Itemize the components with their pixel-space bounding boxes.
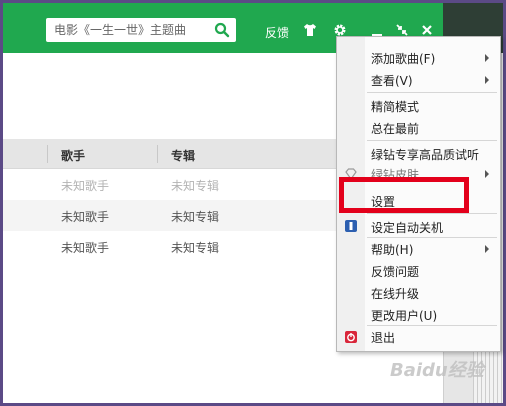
menu-item-help[interactable]: 帮助(H) — [371, 241, 413, 258]
column-header-artist[interactable]: 歌手 — [61, 147, 85, 164]
column-separator — [157, 145, 158, 163]
search-box[interactable] — [46, 18, 236, 42]
menu-item-add-songs[interactable]: 添加歌曲(F) — [371, 50, 435, 67]
artist-cell: 未知歌手 — [61, 210, 110, 224]
menu-item-compact-mode[interactable]: 精简模式 — [371, 98, 419, 115]
album-cell: 未知专辑 — [171, 241, 220, 255]
menu-separator — [367, 140, 497, 141]
menu-separator — [367, 213, 497, 214]
menu-separator — [367, 325, 497, 326]
submenu-arrow-icon — [485, 170, 489, 178]
menu-item-auto-shutdown[interactable]: 设定自动关机 — [371, 219, 443, 236]
submenu-arrow-icon — [485, 245, 489, 253]
menu-item-green-diamond-hq[interactable]: 绿钻专享高品质试听 — [371, 146, 479, 163]
artist-cell: 未知歌手 — [61, 241, 110, 255]
column-separator — [47, 145, 48, 163]
search-input[interactable] — [54, 18, 214, 42]
menu-item-exit[interactable]: 退出 — [371, 329, 395, 346]
search-icon[interactable] — [214, 22, 230, 38]
timer-shutdown-icon — [345, 220, 357, 232]
album-cell: 未知专辑 — [171, 210, 220, 224]
feedback-button[interactable]: 反馈 — [265, 24, 289, 41]
settings-highlight-box — [339, 177, 469, 213]
menu-separator — [367, 92, 497, 93]
album-cell: 未知专辑 — [171, 179, 220, 193]
menu-item-view[interactable]: 查看(V) — [371, 72, 413, 89]
artist-cell: 未知歌手 — [61, 179, 110, 193]
skin-shirt-icon[interactable] — [303, 23, 317, 37]
mini-mode-icon[interactable] — [396, 24, 408, 36]
menu-item-always-on-top[interactable]: 总在最前 — [371, 120, 419, 137]
menu-item-online-upgrade[interactable]: 在线升级 — [371, 285, 419, 302]
menu-item-report-issue[interactable]: 反馈问题 — [371, 263, 419, 280]
exit-power-icon — [345, 331, 357, 343]
submenu-arrow-icon — [485, 54, 489, 62]
menu-separator — [367, 237, 497, 238]
gear-icon[interactable] — [333, 23, 347, 37]
submenu-arrow-icon — [485, 76, 489, 84]
close-icon[interactable] — [421, 24, 433, 36]
column-header-album[interactable]: 专辑 — [171, 147, 195, 164]
menu-item-switch-user[interactable]: 更改用户(U) — [371, 307, 437, 324]
watermark: Baidu经验 — [390, 360, 484, 381]
